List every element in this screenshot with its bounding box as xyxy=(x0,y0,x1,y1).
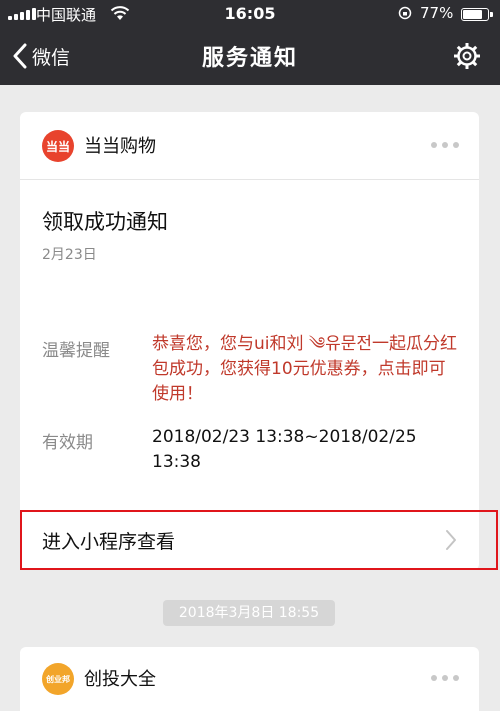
dangdang-logo: 当当 xyxy=(42,130,74,162)
more-icon[interactable] xyxy=(431,142,459,148)
status-bar: 中国联通 16:05 77% xyxy=(0,0,500,28)
app-name: 当当购物 xyxy=(84,136,156,157)
notification-card: 当当 当当购物 领取成功通知 2月23日 温馨提醒 恭喜您，您与ui和刘 ༄유문… xyxy=(20,112,479,570)
nav-bar: 微信 服务通知 xyxy=(0,28,500,85)
card-header: 当当 当当购物 xyxy=(20,112,479,180)
battery-icon xyxy=(461,8,493,21)
notification-title: 领取成功通知 xyxy=(42,210,168,234)
gear-icon[interactable] xyxy=(452,41,482,71)
reminder-label: 温馨提醒 xyxy=(42,341,110,361)
chuangyebang-logo: 创业邦 xyxy=(42,663,74,695)
validity-text: 2018/02/23 13:38~2018/02/25 13:38 xyxy=(152,427,417,472)
app-name-2: 创投大全 xyxy=(84,669,156,690)
more-icon-2[interactable] xyxy=(431,675,459,681)
battery-percent: 77% xyxy=(420,4,454,22)
card-header-2: 创业邦 创投大全 xyxy=(20,647,479,711)
timestamp-badge: 2018年3月8日 18:55 xyxy=(163,600,335,626)
chevron-right-icon xyxy=(446,530,456,550)
page-title: 服务通知 xyxy=(201,46,298,71)
notification-date: 2月23日 xyxy=(42,247,97,263)
rotation-lock-icon xyxy=(398,6,412,20)
enter-mini-program-row[interactable]: 进入小程序查看 xyxy=(20,510,479,570)
notification-card-2: 创业邦 创投大全 xyxy=(20,647,479,711)
reminder-text: 恭喜您，您与ui和刘 ༄유문전一起瓜分红包成功，您获得10元优惠券，点击即可使用… xyxy=(152,334,458,404)
enter-mini-program-label: 进入小程序查看 xyxy=(42,531,176,553)
validity-label: 有效期 xyxy=(42,433,93,453)
top-bar: 中国联通 16:05 77% 微信 服务通知 xyxy=(0,0,500,85)
